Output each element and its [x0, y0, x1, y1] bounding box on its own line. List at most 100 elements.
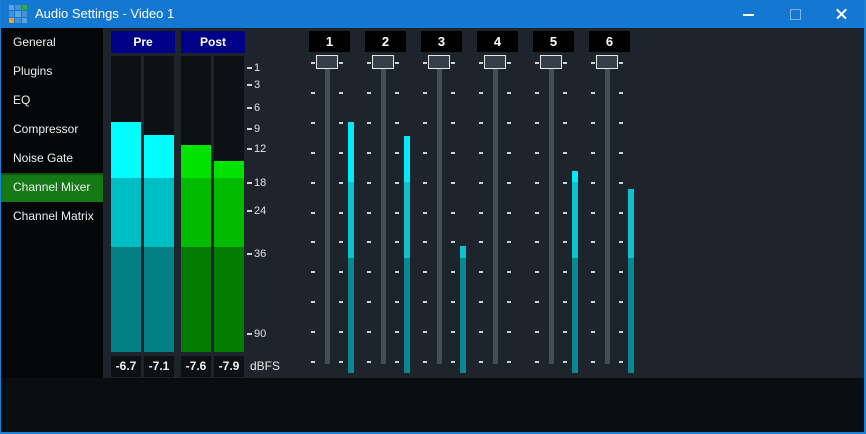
fader-tick — [367, 182, 371, 184]
fader-track-2[interactable] — [381, 56, 386, 364]
fader-tick — [311, 152, 315, 154]
meter-value-readout: -7.6 — [181, 356, 211, 377]
fader-tick — [591, 241, 595, 243]
fader-tick — [451, 92, 455, 94]
meter-group-header-post: Post — [181, 31, 245, 53]
fader-track-1[interactable] — [325, 56, 330, 364]
scale-tick — [247, 253, 252, 255]
fader-tick — [451, 122, 455, 124]
fader-tick — [535, 331, 539, 333]
scale-tick — [247, 210, 252, 212]
fader-track-4[interactable] — [493, 56, 498, 364]
fader-tick — [423, 301, 427, 303]
fader-tick — [367, 361, 371, 363]
fader-tick — [395, 301, 399, 303]
fader-tick — [535, 361, 539, 363]
fader-tick — [367, 62, 371, 64]
fader-tick — [563, 182, 567, 184]
fader-tick — [395, 62, 399, 64]
fader-tick — [507, 361, 511, 363]
fader-tick — [535, 271, 539, 273]
fader-tick — [563, 241, 567, 243]
scale-label: 6 — [254, 103, 260, 114]
meter-column — [214, 56, 244, 352]
fader-tick — [479, 122, 483, 124]
fader-tick — [423, 62, 427, 64]
channel-meter-5 — [572, 56, 578, 373]
meter-value-readout: -6.7 — [111, 356, 141, 377]
scale-tick — [247, 107, 252, 109]
fader-tick — [423, 271, 427, 273]
fader-tick — [591, 92, 595, 94]
fader-handle-2[interactable] — [372, 55, 394, 69]
fader-tick — [563, 62, 567, 64]
channel-header-4: 4 — [477, 31, 518, 52]
fader-tick — [619, 212, 623, 214]
fader-tick — [339, 182, 343, 184]
fader-tick — [563, 271, 567, 273]
fader-track-3[interactable] — [437, 56, 442, 364]
meter-column — [144, 56, 174, 352]
channel-meter-6 — [628, 56, 634, 373]
fader-tick — [507, 122, 511, 124]
fader-tick — [479, 182, 483, 184]
fader-tick — [339, 331, 343, 333]
fader-tick — [563, 92, 567, 94]
fader-track-6[interactable] — [605, 56, 610, 364]
channel-header-2: 2 — [365, 31, 406, 52]
fader-handle-1[interactable] — [316, 55, 338, 69]
fader-tick — [563, 361, 567, 363]
channel-header-3: 3 — [421, 31, 462, 52]
dbfs-unit-label: dBFS — [250, 356, 290, 377]
fader-tick — [563, 152, 567, 154]
meter-group-header-pre: Pre — [111, 31, 175, 53]
fader-tick — [619, 271, 623, 273]
meter-column — [181, 56, 211, 352]
fader-tick — [311, 122, 315, 124]
fader-tick — [591, 152, 595, 154]
fader-tick — [367, 331, 371, 333]
fader-tick — [507, 182, 511, 184]
fader-tick — [339, 122, 343, 124]
fader-tick — [367, 92, 371, 94]
fader-tick — [479, 271, 483, 273]
fader-tick — [311, 301, 315, 303]
meter-unfilled — [214, 56, 244, 161]
fader-tick — [535, 92, 539, 94]
fader-tick — [451, 212, 455, 214]
scale-tick — [247, 182, 252, 184]
fader-tick — [507, 301, 511, 303]
channel-meter-unfilled — [460, 56, 466, 246]
fader-handle-5[interactable] — [540, 55, 562, 69]
fader-tick — [423, 212, 427, 214]
fader-handle-4[interactable] — [484, 55, 506, 69]
fader-tick — [507, 331, 511, 333]
fader-tick — [619, 62, 623, 64]
meter-unfilled — [181, 56, 211, 145]
fader-tick — [535, 182, 539, 184]
fader-tick — [339, 62, 343, 64]
channel-header-6: 6 — [589, 31, 630, 52]
fader-tick — [367, 241, 371, 243]
fader-tick — [395, 212, 399, 214]
meter-unfilled — [111, 56, 141, 122]
fader-tick — [395, 122, 399, 124]
fader-tick — [339, 241, 343, 243]
fader-tick — [423, 92, 427, 94]
fader-tick — [507, 92, 511, 94]
fader-tick — [423, 152, 427, 154]
fader-tick — [339, 301, 343, 303]
scale-label: 12 — [254, 144, 266, 155]
fader-handle-6[interactable] — [596, 55, 618, 69]
fader-track-5[interactable] — [549, 56, 554, 364]
fader-tick — [451, 152, 455, 154]
fader-handle-3[interactable] — [428, 55, 450, 69]
fader-tick — [451, 241, 455, 243]
fader-tick — [423, 182, 427, 184]
scale-tick — [247, 128, 252, 130]
fader-tick — [311, 182, 315, 184]
channel-meter-1 — [348, 56, 354, 373]
scale-label: 24 — [254, 206, 266, 217]
meter-column — [111, 56, 141, 352]
fader-tick — [591, 361, 595, 363]
